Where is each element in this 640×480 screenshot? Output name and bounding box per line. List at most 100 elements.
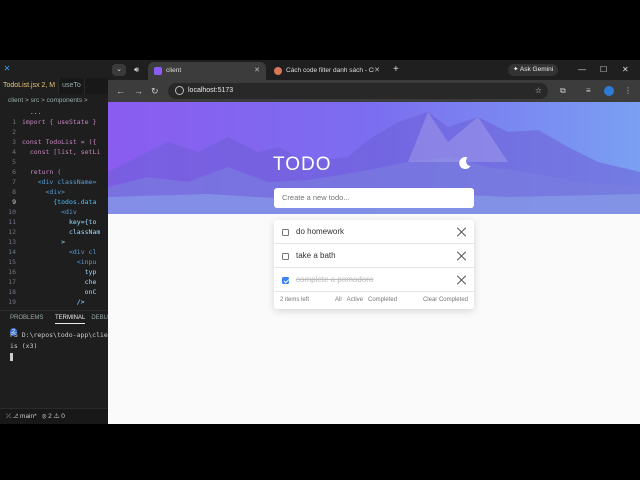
code-line: 7 <div className= <box>0 177 108 187</box>
close-tab-icon[interactable]: ✕ <box>254 62 260 80</box>
filter-active-button[interactable]: Active <box>347 292 363 309</box>
reload-icon[interactable]: ↻ <box>151 84 159 98</box>
code-text: onC <box>22 288 97 296</box>
terminal-line: is (x3) <box>10 342 38 350</box>
vscode-breadcrumb[interactable]: client > src > components > <box>0 94 108 107</box>
code-line: 9 {todos.data <box>0 197 108 207</box>
extensions-icon[interactable]: ⧉ <box>560 84 566 98</box>
terminal-tab[interactable]: TERMINAL <box>54 311 86 324</box>
error-icon: ⊗ <box>42 413 47 420</box>
line-number: 5 <box>12 158 16 166</box>
forward-icon[interactable]: → <box>134 84 143 98</box>
new-todo-input[interactable] <box>274 188 474 208</box>
todo-item[interactable]: take a bath <box>274 244 474 268</box>
ask-gemini-button[interactable]: ✦ Ask Gemini <box>508 64 559 76</box>
todo-text: do homework <box>296 227 345 236</box>
line-number: 6 <box>12 168 16 176</box>
todo-checkbox[interactable] <box>282 229 289 236</box>
line-number: 14 <box>8 248 16 256</box>
todo-item[interactable]: do homework <box>274 220 474 244</box>
code-text: key={to <box>22 218 97 226</box>
tab-title: client <box>166 67 182 74</box>
line-number: 3 <box>12 138 16 146</box>
code-line: 19 /> <box>0 297 108 307</box>
vscode-tab-bar: TodoList.jsx 2, M useTo <box>0 78 108 94</box>
delete-todo-icon[interactable] <box>456 227 466 237</box>
terminal-cursor <box>10 353 13 361</box>
code-line: 1 import { useState } <box>0 117 108 127</box>
warning-icon: ⚠ <box>53 413 60 420</box>
code-line: 15 <inpu <box>0 257 108 267</box>
code-line: 14 <div cl <box>0 247 108 257</box>
claude-favicon-icon <box>274 67 282 75</box>
code-line: 5 <box>0 157 108 167</box>
line-number: 2 <box>12 128 16 136</box>
terminal-line: PS D:\repos\todo-app\client <box>10 331 116 339</box>
code-text: const [list, setLi <box>22 148 101 156</box>
vscode-tab-usetodos[interactable]: useTo <box>59 78 85 94</box>
moon-icon[interactable] <box>458 156 472 170</box>
todo-item[interactable]: complete a pomodoro <box>274 268 474 292</box>
vscode-tab-todolist[interactable]: TodoList.jsx 2, M <box>0 78 60 94</box>
code-text: classNam <box>22 228 101 236</box>
code-text: typ <box>22 268 97 276</box>
bookmark-star-icon[interactable]: ☆ <box>535 83 542 99</box>
code-line: 12 classNam <box>0 227 108 237</box>
todo-checkbox[interactable] <box>282 253 289 260</box>
line-number: 7 <box>12 178 16 186</box>
site-info-icon[interactable] <box>175 86 184 95</box>
todo-checkbox[interactable] <box>282 277 289 284</box>
menu-icon[interactable]: ⋮ <box>624 84 632 98</box>
filter-completed-button[interactable]: Completed <box>368 292 397 309</box>
line-number: 8 <box>12 188 16 196</box>
line-number: 11 <box>8 218 16 226</box>
maximize-icon[interactable]: ☐ <box>600 63 607 77</box>
delete-todo-icon[interactable] <box>456 275 466 285</box>
vscode-panel-tabs: PROBLEMS 2 TERMINAL DEBU <box>0 310 108 336</box>
app-title: TODO <box>273 154 332 175</box>
browser-tab-client[interactable]: client ✕ <box>148 62 266 80</box>
line-number: 10 <box>8 208 16 216</box>
code-text: ... <box>22 108 50 116</box>
browser-window: ⌄ 🔊︎ client ✕ Cách code filter danh sách… <box>108 60 640 424</box>
filter-all-button[interactable]: All <box>335 292 342 309</box>
code-line: 8 <div> <box>0 187 108 197</box>
code-line: 17 che <box>0 277 108 287</box>
code-text: const TodoList = ({ <box>22 138 97 146</box>
media-icon[interactable]: ≡ <box>586 84 591 98</box>
code-line: ... <box>0 107 108 117</box>
code-text: import { useState } <box>22 118 97 126</box>
warning-count[interactable]: 0 <box>61 413 65 420</box>
branch-name[interactable]: main* <box>20 413 37 420</box>
vite-favicon-icon <box>154 67 162 75</box>
new-tab-button[interactable]: + <box>393 63 399 77</box>
code-line: 6 return ( <box>0 167 108 177</box>
hero-banner: TODO <box>108 102 640 214</box>
code-line: 11 key={to <box>0 217 108 227</box>
code-text: <div <box>22 208 77 216</box>
code-text: che <box>22 278 97 286</box>
clear-completed-button[interactable]: Clear Completed <box>423 292 468 309</box>
error-count[interactable]: 2 <box>48 413 52 420</box>
browser-tab-claude[interactable]: Cách code filter danh sách - Claude ✕ <box>268 62 386 80</box>
address-bar[interactable]: localhost:5173 ☆ <box>168 83 548 99</box>
todo-app-page: TODO do homework take a bath <box>108 102 640 424</box>
audio-icon[interactable]: 🔊︎ <box>134 64 139 76</box>
terminal-output[interactable]: PS D:\repos\todo-app\client is (x3) <box>10 330 116 363</box>
minimize-icon[interactable]: — <box>578 63 586 77</box>
tab-search-button[interactable]: ⌄ <box>112 64 126 76</box>
desktop-screen: ✕ TodoList.jsx 2, M useTo client > src >… <box>0 60 640 424</box>
code-line: 18 onC <box>0 287 108 297</box>
problems-tab[interactable]: PROBLEMS 2 <box>10 311 49 336</box>
profile-avatar-icon[interactable] <box>604 86 614 96</box>
close-window-icon[interactable]: ✕ <box>622 63 629 77</box>
vscode-editor[interactable]: ... 1 import { useState } 2 3 const TodoList… <box>0 107 108 307</box>
back-icon[interactable]: ← <box>116 84 125 98</box>
debug-tab[interactable]: DEBU <box>91 311 108 324</box>
line-number: 19 <box>8 298 16 306</box>
remote-icon[interactable]: ⤫ <box>6 413 11 420</box>
delete-todo-icon[interactable] <box>456 251 466 261</box>
close-tab-icon[interactable]: ✕ <box>374 62 380 80</box>
line-number: 15 <box>8 258 16 266</box>
line-number: 13 <box>8 238 16 246</box>
